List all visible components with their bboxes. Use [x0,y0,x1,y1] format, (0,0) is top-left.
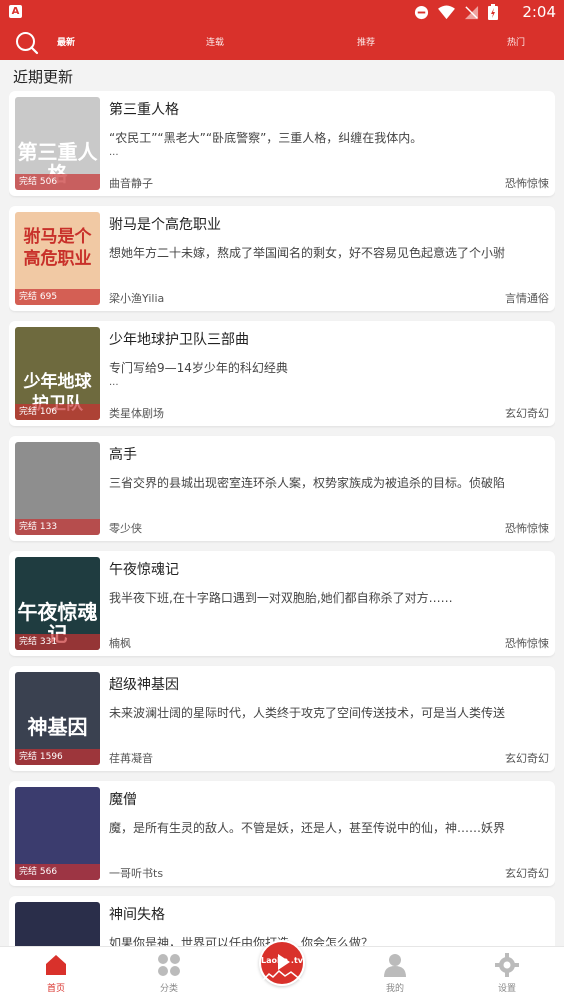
book-author: 楠枫 [109,637,131,650]
book-cover[interactable]: 完结 133 [15,442,100,535]
book-description: 三省交界的县城出现密室连环杀人案，权势家族成为被追杀的目标。侦破陷 [109,476,506,490]
book-genre: 恐怖惊悚 [505,637,549,650]
nav-mine-label: 我的 [385,984,404,994]
section-title: 近期更新 [13,68,74,86]
book-description: 魔，是所有生灵的敌人。不管是妖，还是人，甚至传说中的仙，神……妖界 [109,821,506,835]
category-grid-icon [158,954,180,976]
no-signal-icon [464,5,479,19]
bottom-nav: 首页 分类 Laoba .tv 我的 设置 [0,940,564,1002]
app-notification-icon: A [9,5,22,18]
search-icon[interactable] [14,30,40,56]
book-genre: 恐怖惊悚 [505,522,549,535]
dnd-icon [414,5,429,19]
top-tab-bar: 最新 连载 推荐 热门 [0,24,564,60]
gear-icon [495,953,519,977]
nav-mine[interactable]: 我的 [360,953,430,994]
book-genre: 玄幻奇幻 [505,407,549,420]
book-description: 未来波澜壮阔的星际时代，人类终于攻克了空间传送技术，可是当人类传送 [109,706,506,720]
book-card[interactable]: 完结 566 魔僧 魔，是所有生灵的敌人。不管是妖，还是人，甚至传说中的仙，神…… [9,781,555,886]
book-author: 类星体剧场 [109,407,164,420]
nav-category[interactable]: 分类 [134,953,204,994]
book-title[interactable]: 第三重人格 [109,99,179,119]
battery-icon [488,4,498,20]
tab-latest[interactable]: 最新 [57,35,75,48]
tab-recommended[interactable]: 推荐 [357,35,375,48]
book-description: 如果你是神，世界可以任由你打造，你会怎么做？ [109,936,374,946]
book-card[interactable]: 完结 133 高手 三省交界的县城出现密室连环杀人案，权势家族成为被追杀的目标。… [9,436,555,541]
center-logo-text: Laoba .tv [261,956,303,965]
status-badge: 完结 695 [15,289,100,305]
book-author: 荏苒凝音 [109,752,153,765]
system-icons [414,3,498,21]
book-author: 梁小渔Yilia [109,292,165,305]
book-author: 零少侠 [109,522,142,535]
book-description: 想她年方二十未嫁，熬成了举国闻名的剩女，好不容易见色起意选了个小驸 [109,246,506,260]
home-icon [46,955,66,975]
book-author: 一哥听书ts [109,867,164,880]
book-cover[interactable]: 完结 566 [15,787,100,880]
status-badge: 完结 133 [15,519,100,535]
center-logo-button[interactable]: Laoba .tv [259,940,305,986]
book-cover[interactable]: 神基因 完结 1596 [15,672,100,765]
book-title[interactable]: 神间失格 [109,904,165,924]
book-description: “农民工”“黑老大”“卧底警察”，三重人格，纠缠在我体内。 [109,131,423,145]
nav-home-label: 首页 [46,984,65,994]
person-icon [384,954,406,977]
cover-title-art: 神基因 [27,715,88,739]
nav-category-label: 分类 [159,984,178,994]
cover-title-art: 驸马是个高危职业 [23,227,92,269]
book-cover[interactable] [15,902,100,946]
book-author: 曲音静子 [109,177,153,190]
nav-home[interactable]: 首页 [21,953,91,994]
book-cover[interactable]: 午夜惊魂记 完结 331 [15,557,100,650]
book-genre: 玄幻奇幻 [505,867,549,880]
book-cover[interactable]: 少年地球护卫队 完结 106 [15,327,100,420]
book-title[interactable]: 高手 [109,444,137,464]
book-card[interactable]: 午夜惊魂记 完结 331 午夜惊魂记 我半夜下班,在十字路口遇到一对双胞胎,她们… [9,551,555,656]
clock: 2:04 [522,3,556,21]
book-list[interactable]: 第三重人格 完结 506 第三重人格 “农民工”“黑老大”“卧底警察”，三重人格… [9,91,555,946]
book-card[interactable]: 驸马是个高危职业 完结 695 驸马是个高危职业 想她年方二十未嫁，熬成了举国闻… [9,206,555,311]
wifi-icon [438,4,455,19]
book-description: 我半夜下班,在十字路口遇到一对双胞胎,她们都自称杀了对方…… [109,591,453,605]
status-bar: A 2:04 [0,0,564,24]
nav-settings-label: 设置 [497,984,516,994]
status-badge: 完结 331 [15,634,100,650]
nav-settings[interactable]: 设置 [472,953,542,994]
tab-serializing[interactable]: 连载 [206,35,224,48]
status-badge: 完结 506 [15,174,100,190]
book-genre: 言情通俗 [505,292,549,305]
book-genre: 玄幻奇幻 [505,752,549,765]
book-card[interactable]: 少年地球护卫队 完结 106 少年地球护卫队三部曲 专门写给9—14岁少年的科幻… [9,321,555,426]
status-badge: 完结 566 [15,864,100,880]
book-cover[interactable]: 第三重人格 完结 506 [15,97,100,190]
book-title[interactable]: 驸马是个高危职业 [109,214,221,234]
description-more: ... [109,147,119,158]
book-title[interactable]: 超级神基因 [109,674,179,694]
book-genre: 恐怖惊悚 [505,177,549,190]
book-title[interactable]: 少年地球护卫队三部曲 [109,329,249,349]
tab-hot[interactable]: 热门 [507,35,525,48]
book-card[interactable]: 神间失格 如果你是神，世界可以任由你打造，你会怎么做？ [9,896,555,946]
status-badge: 完结 1596 [15,749,100,765]
status-badge: 完结 106 [15,404,100,420]
book-card[interactable]: 神基因 完结 1596 超级神基因 未来波澜壮阔的星际时代，人类终于攻克了空间传… [9,666,555,771]
book-cover[interactable]: 驸马是个高危职业 完结 695 [15,212,100,305]
book-title[interactable]: 魔僧 [109,789,137,809]
book-title[interactable]: 午夜惊魂记 [109,559,179,579]
book-description: 专门写给9—14岁少年的科幻经典 [109,361,288,375]
description-more: ... [109,377,119,388]
book-card[interactable]: 第三重人格 完结 506 第三重人格 “农民工”“黑老大”“卧底警察”，三重人格… [9,91,555,196]
